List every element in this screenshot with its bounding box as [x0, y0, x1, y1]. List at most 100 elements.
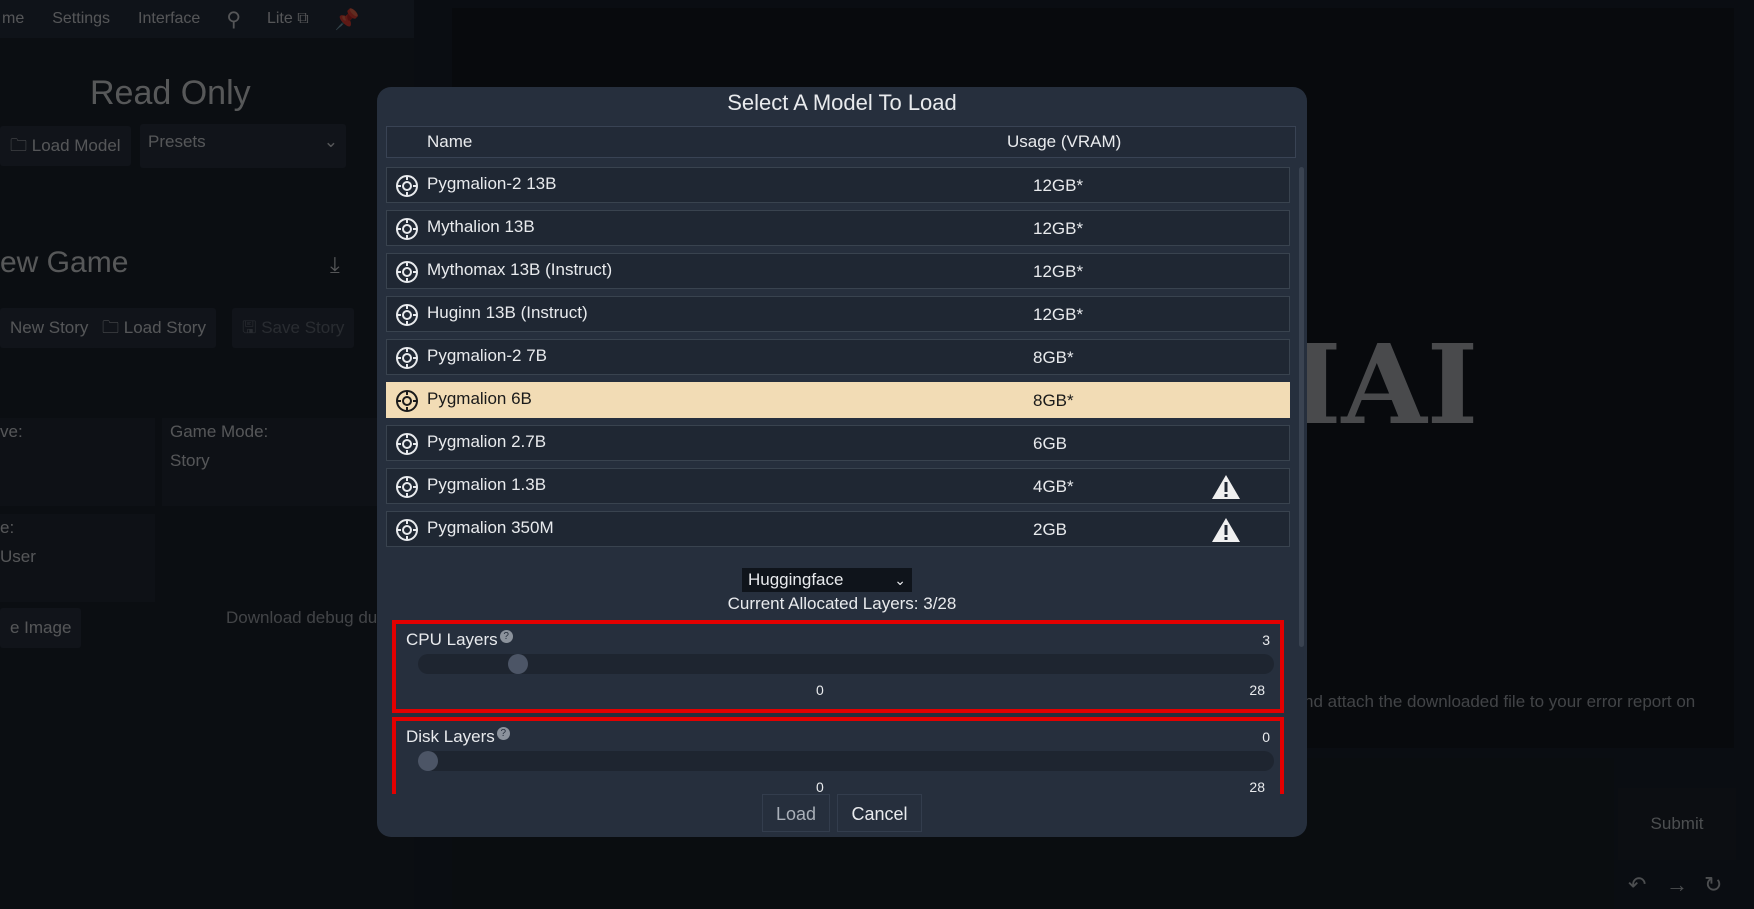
folder-icon: 🗀	[10, 136, 27, 155]
backend-value: Huggingface	[748, 570, 844, 589]
save-story-label: Save Story	[261, 318, 345, 337]
read-only-title: Read Only	[90, 74, 251, 112]
load-model-label: Load Model	[31, 136, 121, 155]
model-vram: 12GB*	[1033, 262, 1084, 281]
warning-icon	[1211, 516, 1241, 544]
game-mode-label: Game Mode:	[170, 422, 269, 441]
cpu-layers-slider-track[interactable]	[418, 654, 1274, 674]
model-name: Mythomax 13B (Instruct)	[427, 260, 613, 279]
model-name: Pygmalion 1.3B	[427, 475, 547, 494]
external-link-icon: ⧉	[297, 10, 309, 27]
column-name: Name	[427, 132, 473, 151]
tab-settings[interactable]: Settings	[38, 0, 124, 38]
disk-layers-min: 0	[816, 779, 824, 795]
backend-select[interactable]: Huggingface ⌄	[742, 568, 912, 592]
model-row[interactable]: Pygmalion 1.3B 4GB*	[386, 468, 1290, 504]
dialog-actions: Load Cancel	[377, 794, 1307, 832]
error-report-text: nd attach the downloaded file to your er…	[1304, 692, 1696, 711]
disk-layers-slider-thumb[interactable]	[418, 751, 438, 771]
disk-layers-max: 28	[1249, 779, 1265, 795]
help-icon[interactable]: ?	[496, 727, 510, 740]
left-panel: me Settings Interface ⚲ Lite ⧉ 📌 Read On…	[0, 0, 414, 909]
logo-text: IAI	[1290, 320, 1479, 449]
save-icon: 🖫	[242, 318, 257, 337]
model-name: Huginn 13B (Instruct)	[427, 303, 588, 322]
model-vram: 12GB*	[1033, 305, 1084, 324]
new-story-button[interactable]: New Story	[0, 308, 99, 348]
allocated-layers-text: Current Allocated Layers: 3/28	[727, 594, 957, 613]
search-icon[interactable]: ⚲	[214, 7, 253, 32]
model-name: Pygmalion 350M	[427, 518, 554, 537]
pin-icon[interactable]: 📌	[323, 7, 372, 32]
model-brain-icon	[395, 475, 419, 499]
presets-select[interactable]: Presets ⌄	[140, 124, 346, 168]
cpu-layers-min: 0	[816, 682, 824, 698]
model-row[interactable]: Pygmalion-2 7B 8GB*	[386, 339, 1290, 375]
e-label: e:	[0, 518, 15, 537]
game-mode-select[interactable]: Story	[170, 451, 210, 471]
disk-layers-label: Disk Layers	[406, 727, 495, 746]
column-usage: Usage (VRAM)	[1007, 132, 1122, 151]
chevron-down-icon: ⌄	[323, 132, 338, 151]
tab-home[interactable]: me	[0, 0, 38, 38]
refresh-icon[interactable]: ↻	[1704, 872, 1722, 898]
save-story-button[interactable]: 🖫 Save Story	[232, 308, 355, 348]
ve-label: ve:	[0, 422, 23, 441]
lite-label: Lite	[266, 10, 293, 27]
model-row[interactable]: Huginn 13B (Instruct) 12GB*	[386, 296, 1290, 332]
option-box	[0, 418, 155, 506]
lite-button[interactable]: Lite ⧉	[253, 0, 323, 38]
disk-layers-box: Disk Layers? 0 0 28	[392, 717, 1284, 795]
warning-icon	[1211, 473, 1241, 501]
model-row[interactable]: Mythalion 13B 12GB*	[386, 210, 1290, 246]
user-select[interactable]: User	[0, 547, 36, 567]
arrow-right-icon[interactable]: →	[1666, 872, 1688, 898]
image-button[interactable]: e Image	[0, 608, 82, 648]
cancel-button[interactable]: Cancel	[837, 794, 922, 832]
model-row[interactable]: Pygmalion 6B 8GB*	[386, 382, 1290, 418]
model-row[interactable]: Pygmalion 2.7B 6GB	[386, 425, 1290, 461]
cpu-layers-max: 28	[1249, 682, 1265, 698]
model-name: Pygmalion 6B	[427, 389, 532, 408]
model-row[interactable]: Pygmalion-2 13B 12GB*	[386, 167, 1290, 203]
submit-button[interactable]: Submit	[1618, 788, 1736, 860]
model-name: Pygmalion-2 7B	[427, 346, 548, 365]
model-row[interactable]: Pygmalion 350M 2GB	[386, 511, 1290, 547]
load-button[interactable]: Load	[762, 794, 830, 832]
model-vram: 8GB*	[1033, 348, 1074, 367]
download-icon[interactable]: ⤓	[330, 252, 340, 278]
model-table-header: Name Usage (VRAM)	[386, 126, 1296, 158]
model-brain-icon	[395, 260, 419, 284]
folder-icon: 🗀	[102, 318, 119, 337]
model-name: Pygmalion 2.7B	[427, 432, 547, 451]
model-vram: 6GB	[1033, 434, 1068, 453]
cpu-layers-slider-thumb[interactable]	[507, 654, 528, 674]
cpu-layers-title: CPU Layers?	[406, 630, 513, 650]
help-icon[interactable]: ?	[499, 630, 513, 643]
model-brain-icon	[395, 389, 419, 413]
debug-text: Download debug dur	[226, 608, 383, 627]
cpu-layers-value: 3	[1262, 632, 1270, 648]
model-list-scrollbar[interactable]	[1299, 167, 1304, 647]
model-row[interactable]: Mythomax 13B (Instruct) 12GB*	[386, 253, 1290, 289]
model-brain-icon	[395, 303, 419, 327]
disk-layers-slider-track[interactable]	[418, 751, 1274, 771]
disk-layers-value: 0	[1262, 729, 1270, 745]
model-brain-icon	[395, 174, 419, 198]
model-brain-icon	[395, 518, 419, 542]
load-story-label: Load Story	[123, 318, 206, 337]
undo-icon[interactable]: ↶	[1628, 872, 1646, 898]
cpu-layers-box: CPU Layers? 3 0 28	[392, 620, 1284, 713]
model-brain-icon	[395, 217, 419, 241]
section-title: ew Game	[0, 246, 129, 279]
model-vram: 8GB*	[1033, 391, 1074, 410]
load-model-button[interactable]: 🗀 Load Model	[0, 126, 131, 166]
model-vram: 4GB*	[1033, 477, 1074, 496]
model-name: Pygmalion-2 13B	[427, 174, 557, 193]
load-story-button[interactable]: 🗀 Load Story	[92, 308, 216, 348]
tab-interface[interactable]: Interface	[124, 0, 214, 38]
model-vram: 12GB*	[1033, 176, 1084, 195]
model-brain-icon	[395, 432, 419, 456]
model-name: Mythalion 13B	[427, 217, 535, 236]
model-brain-icon	[395, 346, 419, 370]
